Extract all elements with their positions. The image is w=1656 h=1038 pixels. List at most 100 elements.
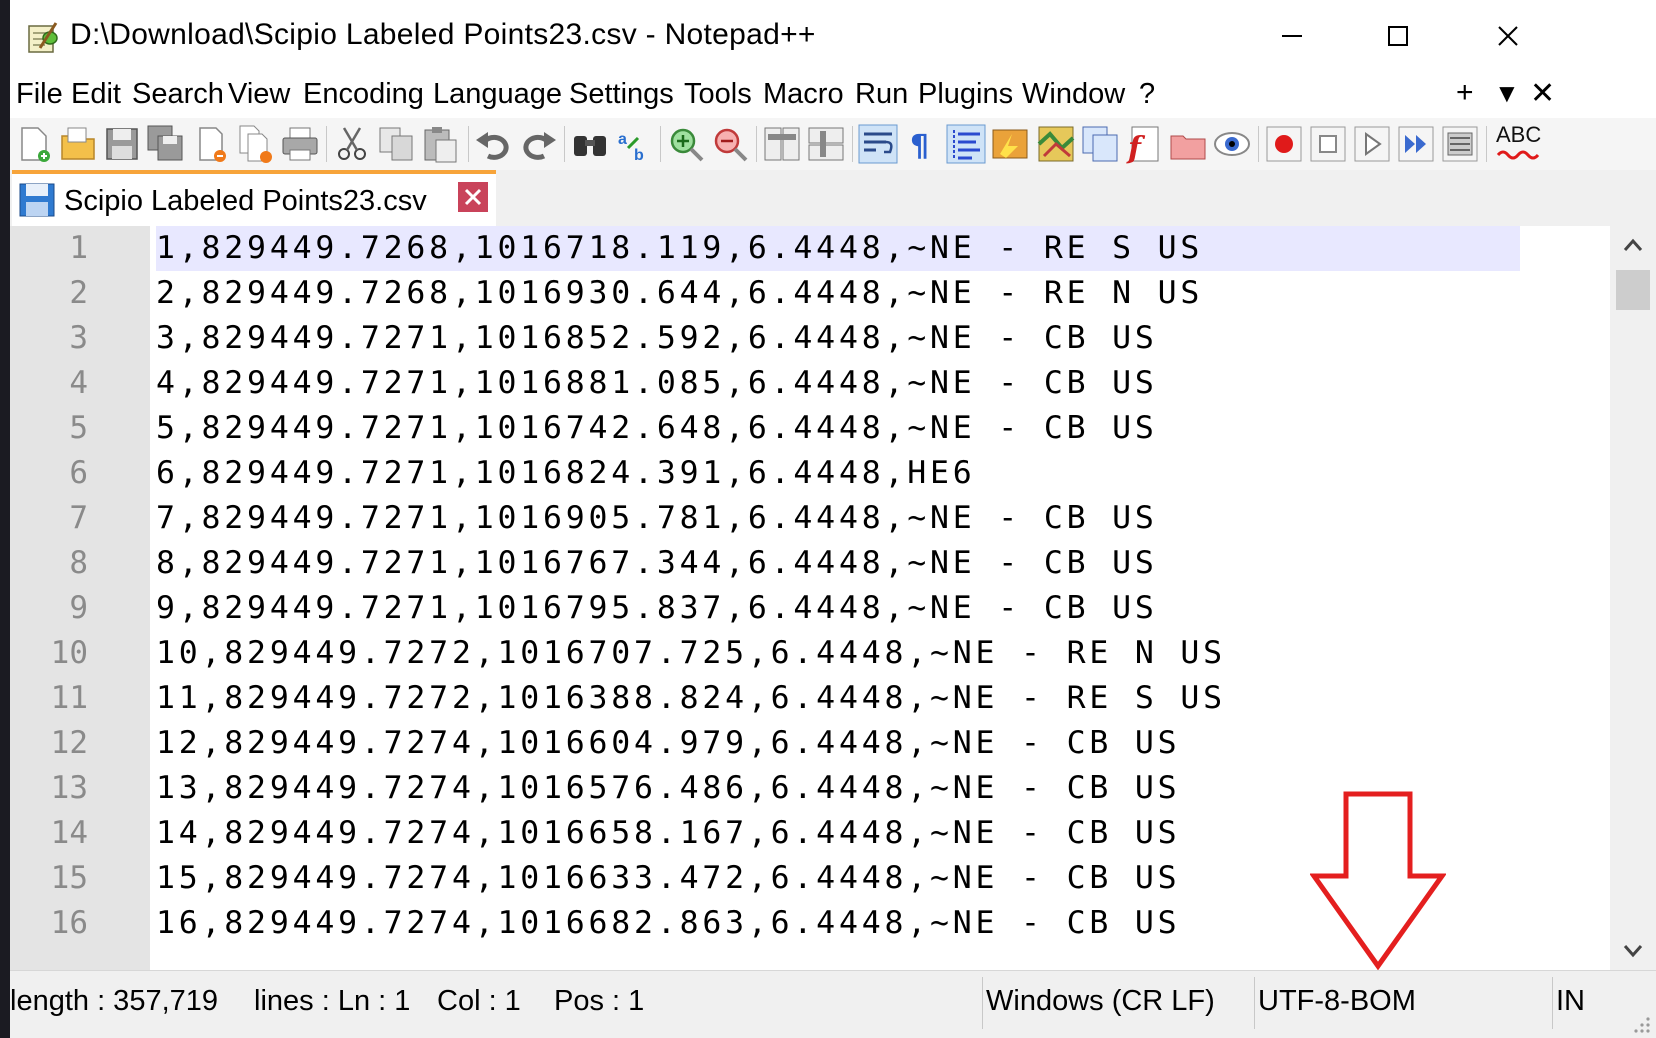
- doc-list-icon[interactable]: [1080, 124, 1120, 164]
- line-number: 1: [69, 230, 88, 266]
- run-macro-multiple-icon[interactable]: [1396, 124, 1436, 164]
- code-line[interactable]: 5,829449.7271,1016742.648,6.4448,~NE - C…: [156, 406, 1520, 451]
- doc-map-icon[interactable]: [1036, 124, 1076, 164]
- function-list-icon[interactable]: f: [1124, 124, 1164, 164]
- status-eol[interactable]: Windows (CR LF): [986, 985, 1215, 1018]
- tab-list-down-icon[interactable]: ▼: [1494, 78, 1520, 109]
- menu-search[interactable]: Search: [132, 78, 224, 111]
- save-icon[interactable]: [102, 124, 142, 164]
- menu-help[interactable]: ?: [1139, 78, 1155, 111]
- copy-icon[interactable]: [376, 124, 416, 164]
- open-file-icon[interactable]: [58, 124, 98, 164]
- line-number: 4: [69, 365, 88, 401]
- cut-icon[interactable]: [332, 124, 372, 164]
- close-file-icon[interactable]: [192, 124, 232, 164]
- line-number: 16: [50, 905, 88, 941]
- menu-plugins[interactable]: Plugins: [918, 78, 1013, 111]
- tab-close-button[interactable]: [458, 182, 488, 212]
- close-icon: [1498, 26, 1518, 46]
- line-number: 10: [50, 635, 88, 671]
- monitoring-icon[interactable]: [1212, 124, 1252, 164]
- notepadpp-app-icon: [28, 22, 58, 53]
- spellcheck-icon[interactable]: ABC: [1494, 122, 1542, 164]
- status-column[interactable]: Col : 1: [437, 985, 521, 1018]
- code-line-current[interactable]: 1,829449.7268,1016718.119,6.4448,~NE - R…: [156, 226, 1520, 271]
- tab-bar: Scipio Labeled Points23.csv: [10, 170, 1656, 227]
- undo-icon[interactable]: [474, 124, 514, 164]
- new-file-icon[interactable]: [14, 124, 54, 164]
- code-line[interactable]: 9,829449.7271,1016795.837,6.4448,~NE - C…: [156, 586, 1520, 631]
- minimize-button[interactable]: [1234, 0, 1350, 72]
- toolbar: ab ¶ f ABC: [10, 118, 1656, 170]
- paste-icon[interactable]: [420, 124, 460, 164]
- vertical-scrollbar[interactable]: [1610, 226, 1656, 970]
- spellcheck-label: ABC: [1496, 122, 1542, 147]
- menu-encoding[interactable]: Encoding: [303, 78, 424, 111]
- maximize-button[interactable]: [1340, 0, 1456, 72]
- code-line[interactable]: 7,829449.7271,1016905.781,6.4448,~NE - C…: [156, 496, 1520, 541]
- status-encoding[interactable]: UTF-8-BOM: [1258, 985, 1416, 1018]
- status-separator: [1552, 977, 1553, 1029]
- udl-icon[interactable]: [990, 124, 1030, 164]
- line-number: 6: [69, 455, 88, 491]
- resize-grip-icon[interactable]: [1632, 1015, 1652, 1035]
- status-separator: [982, 977, 983, 1029]
- code-line[interactable]: 8,829449.7271,1016767.344,6.4448,~NE - C…: [156, 541, 1520, 586]
- toolbar-separator: [660, 126, 661, 162]
- redo-icon[interactable]: [518, 124, 558, 164]
- sync-horizontal-icon[interactable]: [806, 124, 846, 164]
- menu-file[interactable]: File: [16, 78, 63, 111]
- line-number: 3: [69, 320, 88, 356]
- menu-view[interactable]: View: [228, 78, 290, 111]
- menu-run[interactable]: Run: [855, 78, 908, 111]
- replace-icon[interactable]: ab: [614, 124, 654, 164]
- tab-label: Scipio Labeled Points23.csv: [64, 185, 427, 217]
- zoom-out-icon[interactable]: [710, 124, 750, 164]
- show-all-chars-icon[interactable]: ¶: [902, 124, 942, 164]
- scroll-up-chevron-icon[interactable]: [1610, 226, 1656, 266]
- close-doc-icon[interactable]: ✕: [1530, 76, 1555, 111]
- new-tab-plus-icon[interactable]: +: [1456, 76, 1474, 110]
- scroll-down-chevron-icon[interactable]: [1610, 930, 1656, 970]
- zoom-in-icon[interactable]: [666, 124, 706, 164]
- menu-language[interactable]: Language: [433, 78, 562, 111]
- status-insert-mode[interactable]: IN: [1556, 985, 1585, 1018]
- menu-window[interactable]: Window: [1022, 78, 1125, 111]
- menu-macro[interactable]: Macro: [763, 78, 844, 111]
- sync-vertical-icon[interactable]: [762, 124, 802, 164]
- line-number: 15: [50, 860, 88, 896]
- status-line[interactable]: lines : Ln : 1: [254, 985, 410, 1018]
- code-line[interactable]: 10,829449.7272,1016707.725,6.4448,~NE - …: [156, 631, 1520, 676]
- menu-settings[interactable]: Settings: [569, 78, 674, 111]
- line-number: 5: [69, 410, 88, 446]
- status-position[interactable]: Pos : 1: [554, 985, 644, 1018]
- menu-tools[interactable]: Tools: [684, 78, 752, 111]
- folder-workspace-icon[interactable]: [1168, 124, 1208, 164]
- menu-edit[interactable]: Edit: [71, 78, 121, 111]
- minimize-icon: [1282, 35, 1302, 37]
- line-number: 14: [50, 815, 88, 851]
- code-line[interactable]: 6,829449.7271,1016824.391,6.4448,HE6: [156, 451, 1520, 496]
- code-line[interactable]: 4,829449.7271,1016881.085,6.4448,~NE - C…: [156, 361, 1520, 406]
- stop-record-icon[interactable]: [1308, 124, 1348, 164]
- save-macro-icon[interactable]: [1440, 124, 1480, 164]
- line-number: 13: [50, 770, 88, 806]
- word-wrap-icon[interactable]: [858, 124, 898, 164]
- code-line[interactable]: 2,829449.7268,1016930.644,6.4448,~NE - R…: [156, 271, 1520, 316]
- print-icon[interactable]: [280, 124, 320, 164]
- code-line[interactable]: 12,829449.7274,1016604.979,6.4448,~NE - …: [156, 721, 1520, 766]
- find-icon[interactable]: [570, 124, 610, 164]
- record-macro-icon[interactable]: [1264, 124, 1304, 164]
- play-macro-icon[interactable]: [1352, 124, 1392, 164]
- tab-scipio-labeled-points[interactable]: Scipio Labeled Points23.csv: [12, 170, 496, 226]
- close-all-icon[interactable]: [236, 124, 276, 164]
- save-all-icon[interactable]: [146, 124, 186, 164]
- code-line[interactable]: 3,829449.7271,1016852.592,6.4448,~NE - C…: [156, 316, 1520, 361]
- code-line[interactable]: 11,829449.7272,1016388.824,6.4448,~NE - …: [156, 676, 1520, 721]
- indent-guide-icon[interactable]: [946, 124, 986, 164]
- status-length: length : 357,719: [10, 985, 219, 1017]
- scrollbar-thumb[interactable]: [1616, 270, 1650, 310]
- line-number: 2: [69, 275, 88, 311]
- close-window-button[interactable]: [1450, 0, 1566, 72]
- toolbar-separator: [852, 126, 853, 162]
